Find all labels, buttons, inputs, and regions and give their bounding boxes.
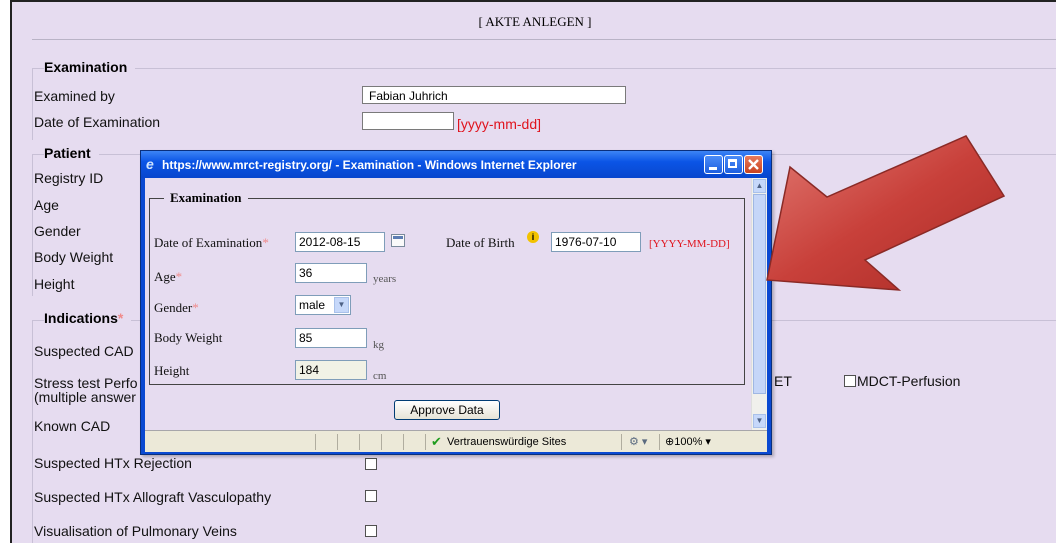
popup-dob-input[interactable]: 1976-07-10 [551,232,641,252]
page-header: [ AKTE ANLEGEN ] [12,2,1056,40]
info-icon[interactable]: i [527,231,539,243]
close-button[interactable] [744,155,763,174]
age-label: Age [34,197,59,213]
close-icon [748,159,759,170]
patient-legend: Patient [44,145,99,161]
age-unit: years [373,273,397,285]
popup-age-label: Age* [154,269,182,285]
body-weight-label: Body Weight [34,249,114,265]
popup-dob-label: Date of Birth [446,235,515,250]
scroll-thumb[interactable] [753,194,766,394]
maximize-icon [728,159,737,168]
popup-weight-label: Body Weight [154,330,223,345]
ie-titlebar[interactable]: e https://www.mrct-registry.org/ - Exami… [141,151,771,178]
protected-mode-icon[interactable]: ⚙ ▾ [629,434,647,450]
htx-vasculopathy-checkbox[interactable] [365,490,377,502]
popup-age-input[interactable]: 36 [295,263,367,283]
ie-popup-window: e https://www.mrct-registry.org/ - Exami… [140,150,772,455]
vertical-scrollbar[interactable]: ▲ ▼ [751,178,767,430]
calendar-icon[interactable] [391,234,405,247]
header-divider [32,39,1056,40]
approve-data-button[interactable]: Approve Data [394,400,500,420]
checkmark-icon: ✔ [431,434,442,449]
mdct-perfusion-checkbox[interactable] [844,375,856,387]
weight-unit: kg [373,339,384,351]
gender-selected-value: male [299,298,326,312]
popup-height-label: Height [154,363,190,378]
option-et-label: ET [774,373,792,389]
htx-vasculopathy-label: Suspected HTx Allograft Vasculopathy [34,489,272,505]
mdct-perfusion-label: MDCT-Perfusion [857,373,961,389]
ie-logo-icon: e [146,156,154,172]
ie-content-area: ▲ ▼ Examination Date of Examination* 201… [145,178,767,430]
required-mark: * [192,300,199,315]
chevron-down-icon[interactable]: ▼ [334,297,349,313]
suspected-cad-label: Suspected CAD [34,343,134,359]
indications-fieldset-left [32,320,33,543]
status-separator [659,434,660,450]
status-separator [381,434,382,450]
minimize-icon [709,167,717,170]
known-cad-label: Known CAD [34,418,111,434]
zoom-value: 100% [674,436,703,448]
popup-gender-label-text: Gender [154,300,193,315]
date-of-examination-label: Date of Examination [34,114,161,130]
height-label: Height [34,276,75,292]
minimize-button[interactable] [704,155,723,174]
zoom-icon: ⊕ [665,436,675,448]
patient-fieldset-left [32,154,33,296]
htx-rejection-label: Suspected HTx Rejection [34,455,192,471]
popup-age-label-text: Age [154,269,176,284]
popup-examination-legend: Examination [164,190,248,206]
ie-status-bar: ✔ Vertrauenswürdige Sites ⚙ ▾ ⊕100% ▾ [145,430,767,452]
maximize-button[interactable] [724,155,743,174]
popup-examination-fieldset: Examination Date of Examination* 2012-08… [149,190,745,385]
examination-fieldset-left [32,68,33,140]
indications-legend: Indications* [44,310,132,326]
required-mark: * [175,269,183,284]
scroll-down-icon[interactable]: ▼ [753,414,766,428]
examined-by-label: Examined by [34,88,115,104]
indications-legend-text: Indications [44,310,118,326]
registry-id-label: Registry ID [34,170,104,186]
popup-weight-input[interactable]: 85 [295,328,367,348]
examination-fieldset-border [32,68,1056,69]
popup-gender-select[interactable]: male ▼ [295,295,351,315]
stress-test-label-2: (multiple answer [34,389,136,405]
security-zone-label: Vertrauenswürdige Sites [447,436,567,448]
window-title: https://www.mrct-registry.org/ - Examina… [162,158,577,172]
status-separator [621,434,622,450]
pulmonary-veins-label: Visualisation of Pulmonary Veins [34,523,237,539]
popup-date-label: Date of Examination* [154,235,269,251]
examination-legend: Examination [44,59,136,75]
date-of-examination-input[interactable] [362,112,454,130]
status-separator [359,434,360,450]
status-separator [403,434,404,450]
required-mark: * [117,310,124,326]
popup-date-label-text: Date of Examination [154,235,263,250]
gender-label: Gender [34,223,81,239]
date-format-hint: [yyyy-mm-dd] [457,116,541,132]
pulmonary-veins-checkbox[interactable] [365,525,377,537]
height-unit: cm [373,370,387,382]
status-separator [315,434,316,450]
examined-by-input[interactable]: Fabian Juhrich [362,86,626,104]
popup-gender-label: Gender* [154,300,199,316]
partial-icon [810,190,830,218]
required-mark: * [262,235,269,250]
popup-height-input[interactable]: 184 [295,360,367,380]
status-separator [425,434,426,450]
dob-format-hint: [YYYY-MM-DD] [649,238,730,250]
htx-rejection-checkbox[interactable] [365,458,377,470]
popup-date-input[interactable]: 2012-08-15 [295,232,385,252]
zoom-control[interactable]: ⊕100% ▾ [665,434,711,450]
scroll-up-icon[interactable]: ▲ [753,179,766,193]
page-title: [ AKTE ANLEGEN ] [478,14,592,29]
status-separator [337,434,338,450]
